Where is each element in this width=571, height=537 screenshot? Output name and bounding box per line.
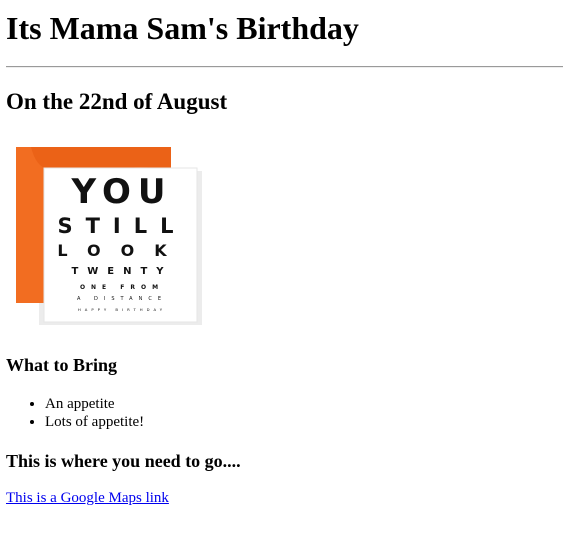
list-item: Lots of appetite! [45, 413, 144, 431]
birthday-card-image: YOU STILL LOOK TWENTY ONE FROM A DISTANC… [16, 147, 202, 325]
card-line-distance: A DISTANCE [77, 296, 167, 302]
what-to-bring-heading: What to Bring [6, 355, 118, 375]
google-maps-link[interactable]: This is a Google Maps link [6, 489, 169, 507]
card-line-twenty: TWENTY [71, 266, 172, 277]
card-line-look: LOOK [57, 241, 186, 260]
event-date-heading: On the 22nd of August [6, 89, 228, 114]
bring-list: An appetite Lots of appetite! [6, 395, 144, 431]
card-line-happy-birthday: HAPPY BIRTHDAY [78, 307, 166, 312]
horizontal-divider [6, 66, 563, 68]
card-line-still: STILL [57, 214, 186, 238]
card-line-one-from: ONE FROM [80, 284, 164, 291]
list-item: An appetite [45, 395, 144, 413]
page-title: Its Mama Sam's Birthday [6, 10, 359, 46]
location-heading: This is where you need to go.... [6, 451, 241, 471]
card-line-you: YOU [71, 172, 173, 212]
